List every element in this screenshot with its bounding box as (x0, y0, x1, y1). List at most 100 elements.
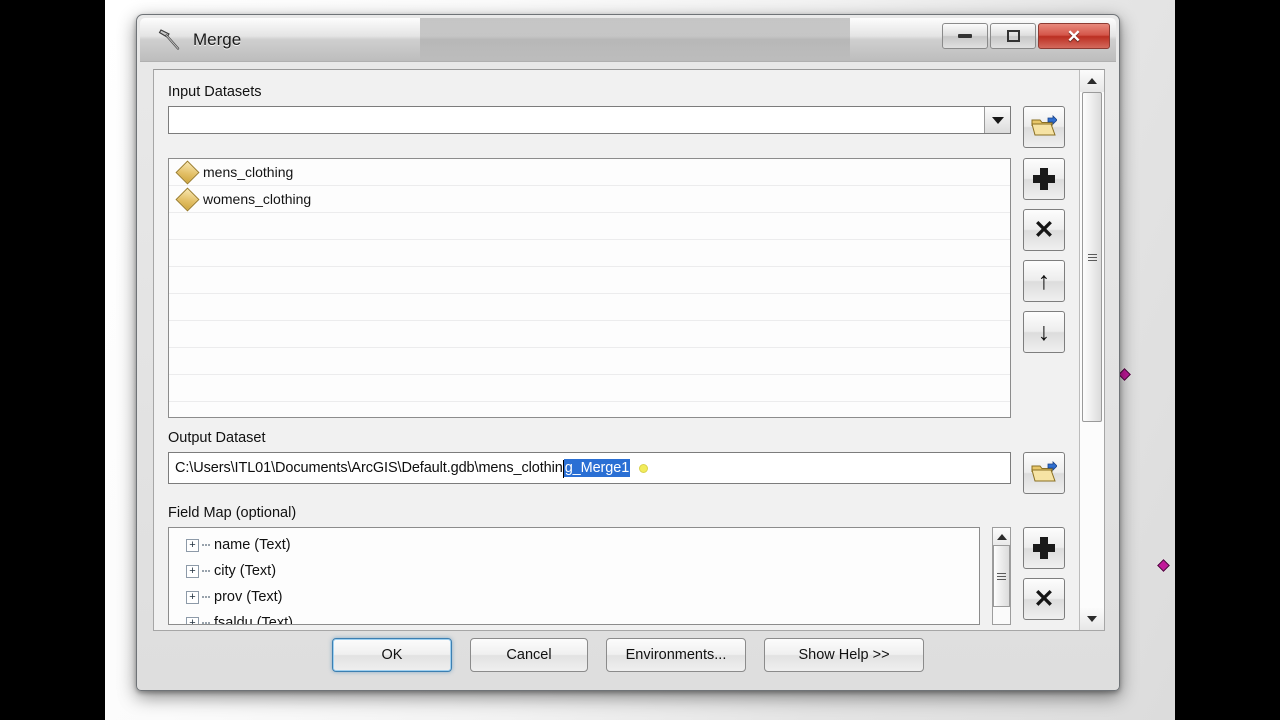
dialog-scroll-track[interactable] (1080, 92, 1104, 608)
letterbox-left (0, 0, 105, 720)
field-map-scroll-up-button[interactable] (993, 528, 1010, 545)
close-button[interactable]: ✕ (1038, 23, 1110, 49)
browse-folder-icon (1031, 461, 1057, 482)
close-icon: ✕ (1066, 26, 1082, 46)
ok-button[interactable]: OK (332, 638, 452, 672)
move-up-button[interactable]: ↑ (1023, 260, 1065, 302)
field-map-row: + name (Text) + city (Text) + prov (Text… (168, 527, 1065, 625)
list-item[interactable]: womens_clothing (169, 186, 1010, 213)
tree-node-label: fsaldu (Text) (214, 615, 293, 625)
maximize-button[interactable] (990, 23, 1036, 49)
maximize-icon (1006, 30, 1020, 42)
list-item-label: womens_clothing (203, 191, 312, 207)
add-field-button[interactable] (1023, 527, 1065, 569)
remove-dataset-button[interactable]: ✕ (1023, 209, 1065, 251)
triangle-up-icon (996, 533, 1007, 540)
field-map-scroll-track[interactable] (993, 545, 1010, 624)
tree-connector (202, 544, 210, 546)
field-map-toolbar: ✕ (1023, 527, 1065, 625)
expand-plus-icon[interactable]: + (186, 616, 199, 624)
triangle-down-icon (1087, 616, 1097, 622)
list-item-empty[interactable] (169, 348, 1010, 375)
input-list-toolbar: ✕ ↑ ↓ (1023, 158, 1065, 418)
arrow-up-icon: ↑ (1037, 266, 1051, 295)
chevron-down-icon (991, 116, 1004, 124)
tree-node-label: city (Text) (214, 563, 277, 579)
dialog-scroll-down-button[interactable] (1080, 608, 1104, 630)
move-down-button[interactable]: ↓ (1023, 311, 1065, 353)
map-point-marker (1118, 368, 1131, 381)
tree-node-label: prov (Text) (214, 589, 283, 605)
dialog-scroll-content: Input Datasets mens_clothing womens_clot… (154, 70, 1079, 630)
triangle-up-icon (1087, 78, 1097, 84)
input-datasets-label: Input Datasets (168, 84, 262, 100)
input-datasets-combobox-row (168, 106, 1065, 148)
field-map-scroll-thumb[interactable] (993, 545, 1010, 607)
cancel-button[interactable]: Cancel (470, 638, 588, 672)
tree-node-label: name (Text) (214, 537, 291, 553)
input-datasets-list-row: mens_clothing womens_clothing ✕ ↑ ↓ (168, 158, 1065, 418)
field-map-tree[interactable]: + name (Text) + city (Text) + prov (Text… (168, 527, 980, 625)
tree-connector (202, 570, 210, 572)
output-path-text: C:\Users\ITL01\Documents\ArcGIS\Default.… (175, 460, 563, 476)
output-path-selected-text: g_Merge1 (563, 459, 631, 477)
add-dataset-button[interactable] (1023, 158, 1065, 200)
minimize-icon (958, 34, 972, 38)
expand-plus-icon[interactable]: + (186, 590, 199, 604)
window-controls: ✕ (942, 23, 1110, 49)
map-point-marker (1157, 559, 1170, 572)
tree-connector (202, 596, 210, 598)
list-item-empty[interactable] (169, 267, 1010, 294)
expand-plus-icon[interactable]: + (186, 564, 199, 578)
cross-icon: ✕ (1033, 215, 1055, 244)
field-map-label: Field Map (optional) (168, 505, 297, 521)
grip-icon (997, 572, 1006, 580)
polygon-feature-icon (175, 186, 200, 212)
input-datasets-combobox[interactable] (168, 106, 1011, 134)
dialog-scroll-up-button[interactable] (1080, 70, 1104, 92)
window-title: Merge (193, 29, 242, 49)
output-browse-button[interactable] (1023, 452, 1065, 494)
merge-dialog-window: Merge ✕ Input Datasets mens_clothing wom… (136, 14, 1120, 691)
list-item-empty[interactable] (169, 240, 1010, 267)
output-dataset-label: Output Dataset (168, 430, 266, 446)
input-browse-button[interactable] (1023, 106, 1065, 148)
hammer-tool-icon (158, 28, 180, 50)
minimize-button[interactable] (942, 23, 988, 49)
list-item-empty[interactable] (169, 294, 1010, 321)
browse-folder-icon (1031, 115, 1057, 136)
list-item-empty[interactable] (169, 321, 1010, 348)
input-datasets-list[interactable]: mens_clothing womens_clothing (168, 158, 1011, 418)
list-item-empty[interactable] (169, 213, 1010, 240)
environments-button[interactable]: Environments... (606, 638, 746, 672)
field-map-scrollbar[interactable] (992, 527, 1011, 625)
title-bar-sheen (420, 18, 850, 62)
polygon-feature-icon (175, 159, 200, 185)
status-indicator-dot (639, 463, 649, 473)
list-item-empty[interactable] (169, 375, 1010, 402)
list-item[interactable]: mens_clothing (169, 159, 1010, 186)
plus-icon (1033, 537, 1055, 559)
list-item-label: mens_clothing (203, 164, 294, 180)
tree-node[interactable]: + name (Text) (169, 532, 979, 558)
expand-plus-icon[interactable]: + (186, 538, 199, 552)
remove-field-button[interactable]: ✕ (1023, 578, 1065, 620)
arrow-down-icon: ↓ (1037, 317, 1051, 346)
letterbox-right (1175, 0, 1280, 720)
tree-node[interactable]: + prov (Text) (169, 584, 979, 610)
grip-icon (1087, 253, 1097, 261)
dialog-scroll-thumb[interactable] (1082, 92, 1102, 422)
cross-icon: ✕ (1033, 584, 1055, 613)
show-help-button[interactable]: Show Help >> (764, 638, 924, 672)
text-cursor-caret (562, 460, 564, 478)
dialog-button-bar: OK Cancel Environments... Show Help >> (153, 632, 1103, 678)
input-datasets-combobox-value[interactable] (169, 107, 984, 133)
output-dataset-input[interactable]: C:\Users\ITL01\Documents\ArcGIS\Default.… (168, 452, 1011, 484)
tree-connector (202, 622, 210, 624)
title-bar[interactable]: Merge ✕ (140, 18, 1116, 62)
output-dataset-row: C:\Users\ITL01\Documents\ArcGIS\Default.… (168, 452, 1065, 494)
tree-node[interactable]: + city (Text) (169, 558, 979, 584)
combobox-dropdown-button[interactable] (984, 107, 1010, 133)
dialog-scrollbar[interactable] (1079, 70, 1104, 630)
tree-node[interactable]: + fsaldu (Text) (169, 610, 979, 625)
